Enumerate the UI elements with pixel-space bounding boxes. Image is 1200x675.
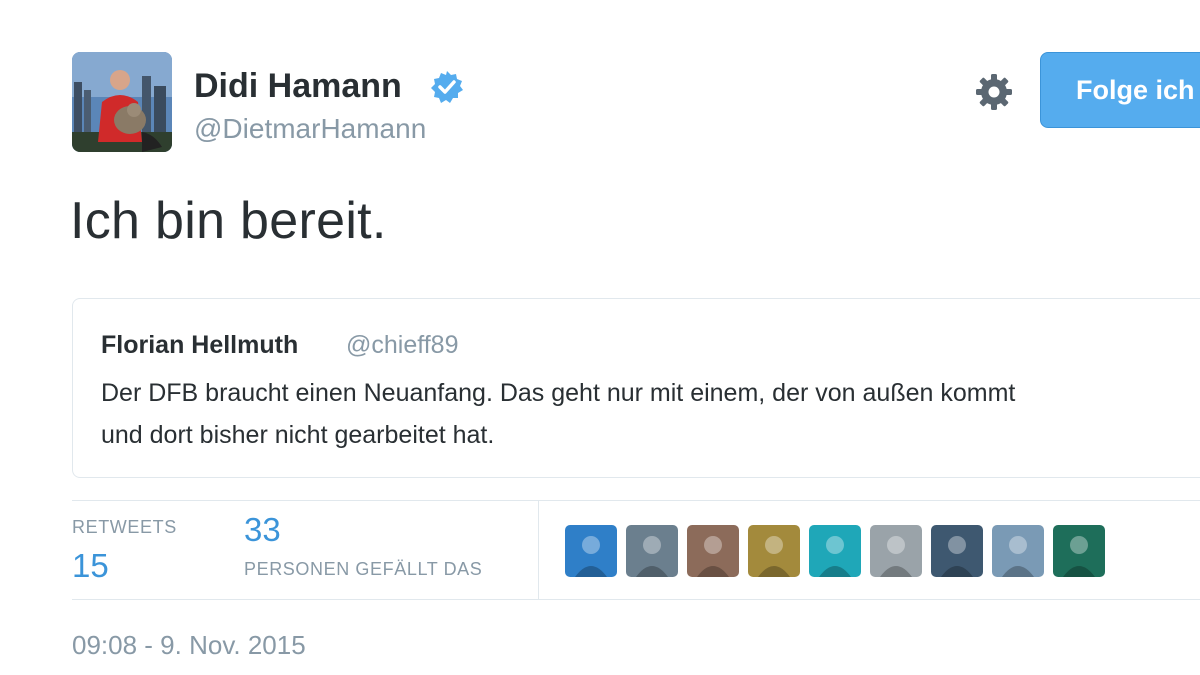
quoted-author-handle: @chieff89: [346, 331, 459, 359]
author-handle[interactable]: @DietmarHamann: [194, 112, 426, 146]
likes-label[interactable]: PERSONEN GEFÄLLT DAS: [244, 558, 482, 580]
tweet-page: Didi Hamann @DietmarHamann Folge ich Ich…: [0, 0, 1200, 675]
retweets-label[interactable]: RETWEETS: [72, 516, 177, 538]
stats-divider-bottom: [72, 599, 1200, 600]
likes-count[interactable]: 33: [244, 510, 281, 550]
quoted-tweet-card[interactable]: Florian Hellmuth @chieff89 Der DFB brauc…: [72, 298, 1200, 478]
tweet-text: Ich bin bereit.: [70, 192, 387, 250]
liker-avatar-9[interactable]: [1053, 525, 1105, 577]
quoted-tweet-text-line-1: Der DFB braucht einen Neuanfang. Das geh…: [101, 379, 1016, 407]
liker-avatar-5[interactable]: [809, 525, 861, 577]
author-avatar[interactable]: [72, 52, 172, 152]
liker-avatar-4[interactable]: [748, 525, 800, 577]
stats-divider-top: [72, 500, 1200, 501]
liker-avatar-8[interactable]: [992, 525, 1044, 577]
liker-avatar-6[interactable]: [870, 525, 922, 577]
following-button[interactable]: Folge ich: [1040, 52, 1200, 128]
tweet-timestamp[interactable]: 09:08 - 9. Nov. 2015: [72, 628, 306, 662]
avatar-photo: [72, 52, 172, 152]
verified-badge-icon: [430, 70, 464, 104]
liker-avatar-7[interactable]: [931, 525, 983, 577]
author-display-name[interactable]: Didi Hamann: [194, 66, 402, 106]
gear-icon[interactable]: [974, 72, 1014, 112]
stats-divider-vertical: [538, 501, 539, 599]
quoted-author-name: Florian Hellmuth: [101, 331, 299, 359]
liker-avatar-1[interactable]: [565, 525, 617, 577]
liker-avatar-3[interactable]: [687, 525, 739, 577]
quoted-tweet-text-line-2: und dort bisher nicht gearbeitet hat.: [101, 421, 495, 449]
liker-avatar-2[interactable]: [626, 525, 678, 577]
retweets-count[interactable]: 15: [72, 546, 109, 586]
